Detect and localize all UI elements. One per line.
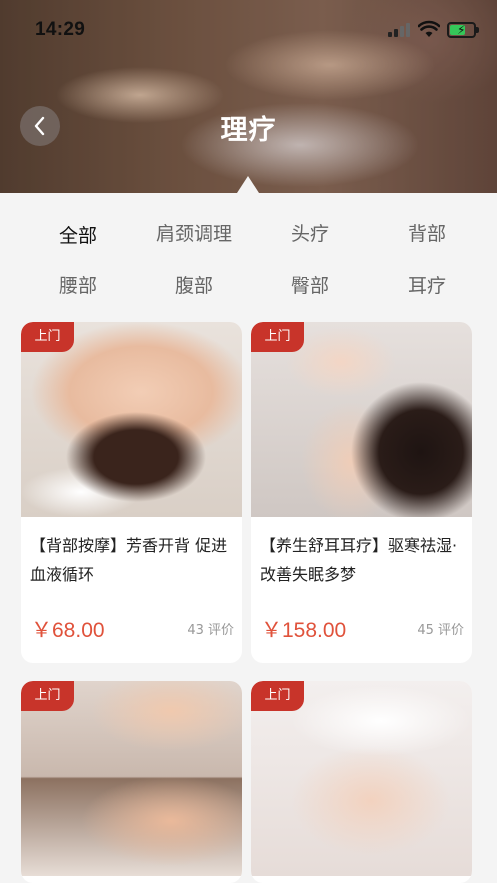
status-time: 14:29 [35,19,86,40]
wifi-icon [418,20,440,37]
product-card[interactable]: 上门 [21,681,242,883]
category-back[interactable]: 背部 [367,222,487,246]
category-ear[interactable]: 耳疗 [367,274,487,298]
tab-pointer [237,176,259,193]
category-waist[interactable]: 腰部 [18,274,138,298]
product-card[interactable]: 上门 [251,681,472,883]
battery-icon: ⚡ [447,22,479,38]
review-count: 43 评价 [187,623,234,638]
category-hip[interactable]: 臀部 [250,274,370,298]
category-label: 全部 [58,225,97,247]
product-price: ￥68.00 [31,619,105,642]
product-price: ￥158.00 [261,619,347,642]
cellular-signal-icon [388,23,412,37]
service-tag: 上门 [21,681,74,711]
category-panel: 全部 肩颈调理 头疗 背部 腰部 腹部 臀部 耳疗 [0,193,497,313]
product-card[interactable]: 上门 【背部按摩】芳香开背 促进血液循环 ￥68.00 43 评价 [21,322,242,663]
page-title: 理疗 [220,115,277,146]
category-abdomen[interactable]: 腹部 [134,274,254,298]
product-card[interactable]: 上门 【养生舒耳耳疗】驱寒祛湿·改善失眠多梦 ￥158.00 45 评价 [251,322,472,663]
service-tag: 上门 [251,681,304,711]
service-tag: 上门 [251,322,304,352]
category-all[interactable]: 全部 [18,224,138,248]
category-head[interactable]: 头疗 [250,222,370,246]
product-title: 【背部按摩】芳香开背 促进血液循环 [30,536,228,584]
status-bar: 14:29 ⚡ [0,0,497,58]
product-title: 【养生舒耳耳疗】驱寒祛湿·改善失眠多梦 [260,536,458,584]
category-neck-shoulder[interactable]: 肩颈调理 [134,222,254,246]
review-count: 45 评价 [417,623,464,638]
service-tag: 上门 [21,322,74,352]
